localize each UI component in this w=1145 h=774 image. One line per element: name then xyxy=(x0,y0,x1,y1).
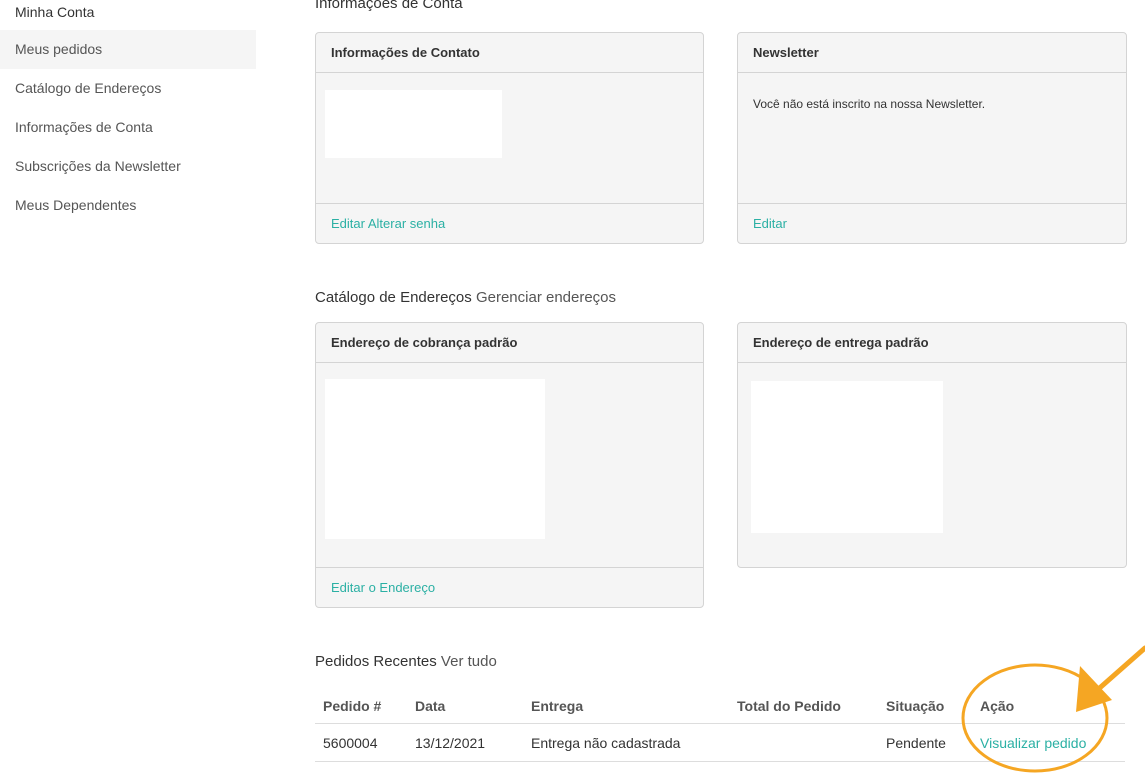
table-header-row: Pedido # Data Entrega Total do Pedido Si… xyxy=(315,689,1125,724)
sidebar-item-account-info[interactable]: Informações de Conta xyxy=(0,108,256,147)
column-shipping: Entrega xyxy=(523,689,729,724)
sidebar-item-my-account[interactable]: Minha Conta xyxy=(0,0,256,30)
order-action-cell: Visualizar pedido xyxy=(972,723,1125,762)
shipping-address-card: Endereço de entrega padrão xyxy=(737,322,1127,568)
view-all-orders-link[interactable]: Ver tudo xyxy=(441,653,497,670)
shipping-address-content xyxy=(751,381,943,533)
order-total-cell xyxy=(729,723,878,762)
newsletter-card-title: Newsletter xyxy=(738,33,1126,73)
shipping-address-card-title: Endereço de entrega padrão xyxy=(738,323,1126,363)
sidebar-item-my-orders[interactable]: Meus pedidos xyxy=(0,30,256,69)
contact-info-card-title: Informações de Contato xyxy=(316,33,703,73)
account-info-title: Informações de Conta xyxy=(315,0,463,12)
contact-info-card-footer: Editar Alterar senha xyxy=(316,203,703,243)
edit-newsletter-link[interactable]: Editar xyxy=(753,216,787,231)
sidebar-item-newsletter-subscriptions[interactable]: Subscrições da Newsletter xyxy=(0,147,256,186)
recent-orders-title: Pedidos Recentes Ver tudo xyxy=(315,653,497,670)
billing-address-content xyxy=(325,379,545,539)
column-date: Data xyxy=(407,689,523,724)
billing-address-card-title: Endereço de cobrança padrão xyxy=(316,323,703,363)
change-password-link[interactable]: Alterar senha xyxy=(368,216,445,231)
column-order-number: Pedido # xyxy=(315,689,407,724)
edit-address-link[interactable]: Editar o Endereço xyxy=(331,580,435,595)
sidebar-item-address-book[interactable]: Catálogo de Endereços xyxy=(0,69,256,108)
newsletter-card-footer: Editar xyxy=(738,203,1126,243)
recent-orders-heading: Pedidos Recentes xyxy=(315,653,437,670)
order-date-cell: 13/12/2021 xyxy=(407,723,523,762)
column-action: Ação xyxy=(972,689,1125,724)
recent-orders-table: Pedido # Data Entrega Total do Pedido Si… xyxy=(315,689,1125,762)
edit-contact-link[interactable]: Editar xyxy=(331,216,365,231)
address-book-title: Catálogo de Endereços Gerenciar endereço… xyxy=(315,289,616,306)
newsletter-status-text: Você não está inscrito na nossa Newslett… xyxy=(753,97,986,111)
billing-address-card-footer: Editar o Endereço xyxy=(316,567,703,607)
column-status: Situação xyxy=(878,689,972,724)
order-shipping-cell: Entrega não cadastrada xyxy=(523,723,729,762)
contact-info-card: Informações de Contato Editar Alterar se… xyxy=(315,32,704,244)
order-status-cell: Pendente xyxy=(878,723,972,762)
column-order-total: Total do Pedido xyxy=(729,689,878,724)
account-sidebar: Minha Conta Meus pedidos Catálogo de End… xyxy=(0,0,256,225)
sidebar-item-my-dependents[interactable]: Meus Dependentes xyxy=(0,186,256,225)
billing-address-card: Endereço de cobrança padrão Editar o End… xyxy=(315,322,704,608)
contact-info-content xyxy=(325,90,502,158)
newsletter-card: Newsletter Você não está inscrito na nos… xyxy=(737,32,1127,244)
address-book-heading: Catálogo de Endereços xyxy=(315,289,472,306)
order-number-cell: 5600004 xyxy=(315,723,407,762)
account-info-heading: Informações de Conta xyxy=(315,0,463,12)
manage-addresses-link[interactable]: Gerenciar endereços xyxy=(476,289,616,306)
view-order-link[interactable]: Visualizar pedido xyxy=(980,735,1086,751)
table-row: 5600004 13/12/2021 Entrega não cadastrad… xyxy=(315,723,1125,762)
